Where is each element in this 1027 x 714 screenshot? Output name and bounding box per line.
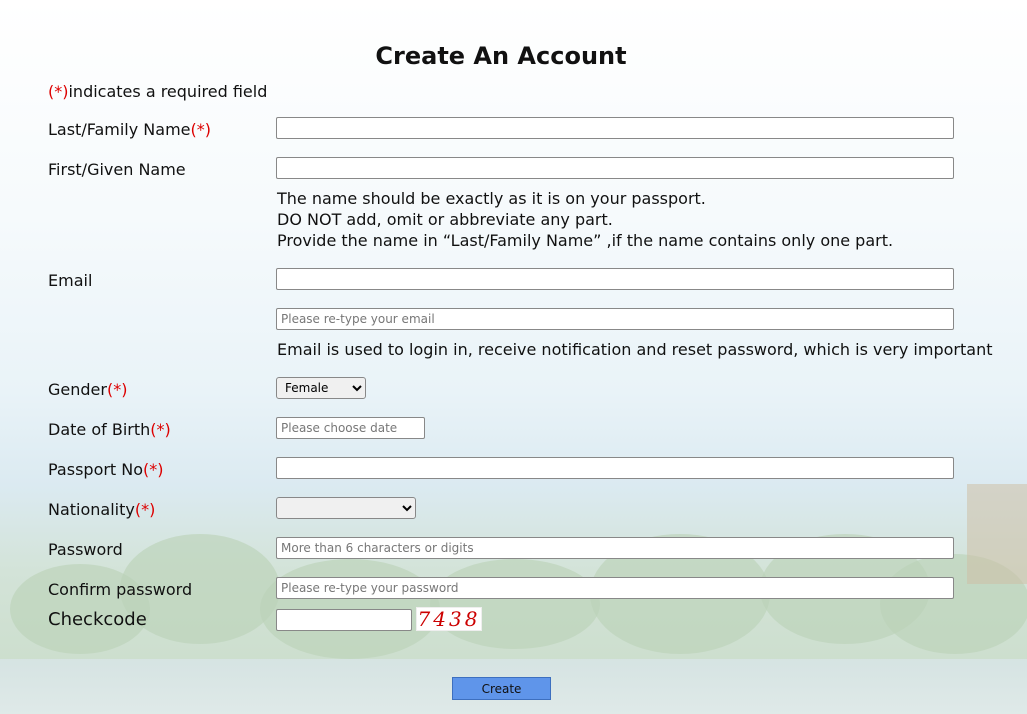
name-hint-line: The name should be exactly as it is on y… bbox=[277, 189, 706, 208]
name-hint-line: DO NOT add, omit or abbreviate any part. bbox=[277, 210, 613, 229]
required-marker: (*) bbox=[190, 120, 211, 139]
last-name-input[interactable] bbox=[276, 117, 954, 139]
passport-label: Passport No(*) bbox=[48, 460, 164, 479]
first-name-input[interactable] bbox=[276, 157, 954, 179]
confirm-password-label: Confirm password bbox=[48, 580, 193, 599]
name-hint-line: Provide the name in “Last/Family Name” ,… bbox=[277, 231, 894, 250]
name-hint: The name should be exactly as it is on y… bbox=[277, 188, 893, 251]
nationality-select[interactable] bbox=[276, 497, 416, 519]
required-marker: (*) bbox=[106, 380, 128, 399]
password-input[interactable] bbox=[276, 537, 954, 559]
required-field-note: (*)indicates a required field bbox=[48, 82, 267, 101]
required-note-text: indicates a required field bbox=[68, 82, 268, 101]
required-marker: (*) bbox=[150, 420, 171, 439]
captcha-image[interactable]: 7438 bbox=[416, 607, 482, 631]
email-input[interactable] bbox=[276, 268, 954, 290]
required-marker: (*) bbox=[134, 500, 156, 519]
gender-label: Gender(*) bbox=[48, 380, 128, 399]
email-hint: Email is used to login in, receive notif… bbox=[277, 340, 993, 359]
nationality-label: Nationality(*) bbox=[48, 500, 156, 519]
gender-select[interactable]: Female bbox=[276, 377, 366, 399]
checkcode-label: Checkcode bbox=[48, 609, 147, 630]
page-title: Create An Account bbox=[375, 42, 627, 70]
confirm-password-input[interactable] bbox=[276, 577, 954, 599]
required-marker: (*) bbox=[143, 460, 164, 479]
dob-label: Date of Birth(*) bbox=[48, 420, 171, 439]
create-button[interactable]: Create bbox=[452, 677, 551, 700]
password-label: Password bbox=[48, 540, 123, 559]
required-marker: (*) bbox=[48, 82, 69, 101]
passport-input[interactable] bbox=[276, 457, 954, 479]
checkcode-input[interactable] bbox=[276, 609, 412, 631]
email-label: Email bbox=[48, 271, 93, 290]
email-retype-input[interactable] bbox=[276, 308, 954, 330]
dob-input[interactable] bbox=[276, 417, 425, 439]
last-name-label: Last/Family Name(*) bbox=[48, 120, 211, 139]
first-name-label: First/Given Name bbox=[48, 160, 186, 179]
